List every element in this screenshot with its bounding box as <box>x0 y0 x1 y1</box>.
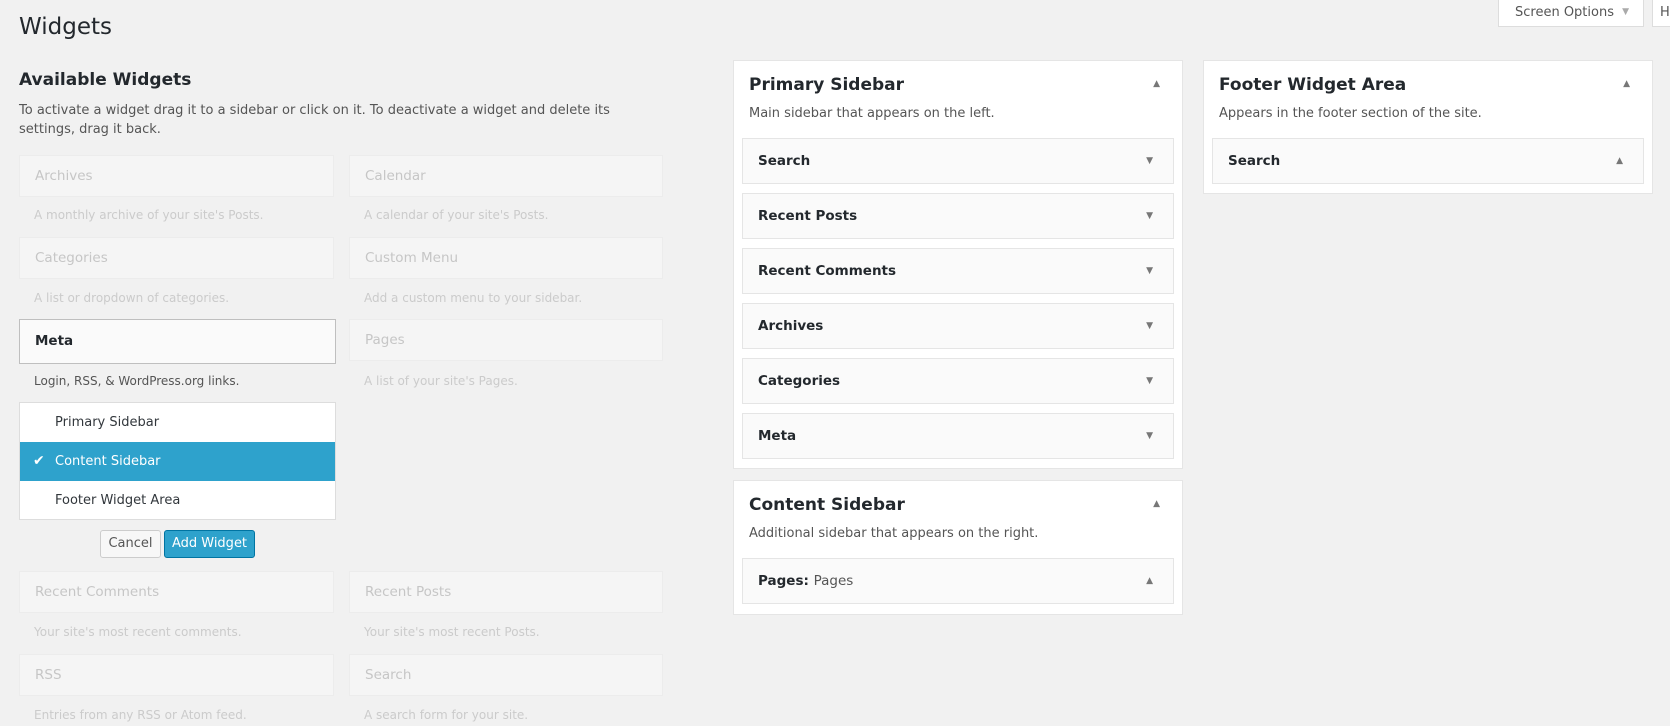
primary-sidebar-panel: Primary Sidebar ▲ Main sidebar that appe… <box>733 60 1183 469</box>
chevron-down-icon[interactable]: ▼ <box>1146 249 1153 293</box>
sidebar-widget-search[interactable]: Search ▼ <box>742 138 1174 184</box>
chooser-option-content-sidebar[interactable]: ✔ Content Sidebar <box>20 442 335 481</box>
widget-rss[interactable]: RSS <box>19 654 334 696</box>
sidebar-widget-recent-posts[interactable]: Recent Posts ▼ <box>742 193 1174 239</box>
widget-title: Calendar <box>365 168 426 184</box>
help-tab-button[interactable]: H <box>1652 0 1670 27</box>
sidebar-widget-subtitle: Pages <box>813 573 854 589</box>
sidebar-widget-search[interactable]: Search ▲ <box>1212 138 1644 184</box>
screen-options-button[interactable]: Screen Options ▼ <box>1498 0 1644 27</box>
primary-sidebar-title: Primary Sidebar <box>749 75 905 95</box>
sidebar-widget-recent-comments[interactable]: Recent Comments ▼ <box>742 248 1174 294</box>
chooser-option-footer-widget-area[interactable]: Footer Widget Area <box>20 481 335 520</box>
screen-options-label: Screen Options <box>1515 5 1614 20</box>
widget-description: A calendar of your site's Posts. <box>364 208 549 222</box>
content-sidebar-panel: Content Sidebar ▲ Additional sidebar tha… <box>733 480 1183 615</box>
sidebar-chooser-list: Primary Sidebar ✔ Content Sidebar Footer… <box>19 402 336 520</box>
widget-categories[interactable]: Categories <box>19 237 334 279</box>
widget-title: Recent Posts <box>365 584 452 600</box>
collapse-arrow-icon[interactable]: ▲ <box>1153 79 1160 89</box>
widget-title: Recent Comments <box>35 584 160 600</box>
sidebar-widget-label: Archives <box>758 318 824 334</box>
chooser-option-primary-sidebar[interactable]: Primary Sidebar <box>20 403 335 442</box>
widget-title: Meta <box>35 333 74 349</box>
widget-description: Add a custom menu to your sidebar. <box>364 291 583 305</box>
widget-title: Archives <box>35 168 93 184</box>
widget-description: A list or dropdown of categories. <box>34 291 230 305</box>
widget-description: Entries from any RSS or Atom feed. <box>34 708 247 722</box>
content-sidebar-title: Content Sidebar <box>749 495 905 515</box>
widget-meta[interactable]: Meta <box>19 319 336 364</box>
chooser-option-label: Content Sidebar <box>55 454 161 469</box>
sidebar-widget-label: Pages: <box>758 573 809 589</box>
sidebar-widget-label: Meta <box>758 428 797 444</box>
sidebar-widget-pages[interactable]: Pages: Pages ▲ <box>742 558 1174 604</box>
cancel-button[interactable]: Cancel <box>100 530 161 558</box>
chevron-down-icon[interactable]: ▼ <box>1146 139 1153 183</box>
widget-description: Login, RSS, & WordPress.org links. <box>34 374 240 388</box>
widget-title: Pages <box>365 332 405 348</box>
footer-widget-area-description: Appears in the footer section of the sit… <box>1219 106 1482 121</box>
widget-description: A search form for your site. <box>364 708 529 722</box>
sidebar-widget-label: Recent Comments <box>758 263 897 279</box>
widget-title: Search <box>365 667 412 683</box>
primary-sidebar-description: Main sidebar that appears on the left. <box>749 106 995 121</box>
chevron-down-icon[interactable]: ▼ <box>1146 414 1153 458</box>
chevron-down-icon[interactable]: ▼ <box>1146 304 1153 348</box>
widget-description: Your site's most recent Posts. <box>364 625 540 639</box>
widget-title: Categories <box>35 250 108 266</box>
chevron-down-icon[interactable]: ▼ <box>1146 359 1153 403</box>
sidebar-widget-categories[interactable]: Categories ▼ <box>742 358 1174 404</box>
widget-title: Custom Menu <box>365 250 459 266</box>
sidebar-widget-label: Categories <box>758 373 841 389</box>
available-widgets-title: Available Widgets <box>19 70 192 90</box>
widget-description: A monthly archive of your site's Posts. <box>34 208 264 222</box>
footer-widget-area-panel: Footer Widget Area ▲ Appears in the foot… <box>1203 60 1653 194</box>
chevron-down-icon: ▼ <box>1622 7 1629 17</box>
chevron-down-icon[interactable]: ▼ <box>1146 194 1153 238</box>
widget-archives[interactable]: Archives <box>19 155 334 197</box>
page-title: Widgets <box>19 14 112 40</box>
chooser-option-label: Primary Sidebar <box>55 415 160 430</box>
footer-widget-area-title: Footer Widget Area <box>1219 75 1407 95</box>
sidebar-widget-label: Recent Posts <box>758 208 858 224</box>
help-label: H <box>1660 5 1670 20</box>
widget-title: RSS <box>35 667 62 683</box>
sidebar-widget-archives[interactable]: Archives ▼ <box>742 303 1174 349</box>
content-sidebar-description: Additional sidebar that appears on the r… <box>749 526 1039 541</box>
chevron-up-icon[interactable]: ▲ <box>1616 139 1623 183</box>
checkmark-icon: ✔ <box>33 453 45 469</box>
widget-calendar[interactable]: Calendar <box>349 155 663 197</box>
widget-custom-menu[interactable]: Custom Menu <box>349 237 663 279</box>
widget-description: Your site's most recent comments. <box>34 625 242 639</box>
widget-description: A list of your site's Pages. <box>364 374 518 388</box>
widget-recent-comments[interactable]: Recent Comments <box>19 571 334 613</box>
add-widget-button[interactable]: Add Widget <box>164 530 255 558</box>
chevron-up-icon[interactable]: ▲ <box>1146 559 1153 603</box>
collapse-arrow-icon[interactable]: ▲ <box>1623 79 1630 89</box>
widget-search[interactable]: Search <box>349 654 663 696</box>
chooser-option-label: Footer Widget Area <box>55 493 181 508</box>
widget-pages[interactable]: Pages <box>349 319 663 361</box>
sidebar-widget-label: Search <box>1228 153 1281 169</box>
collapse-arrow-icon[interactable]: ▲ <box>1153 499 1160 509</box>
sidebar-widget-meta[interactable]: Meta ▼ <box>742 413 1174 459</box>
widget-recent-posts[interactable]: Recent Posts <box>349 571 663 613</box>
available-widgets-description: To activate a widget drag it to a sideba… <box>19 103 610 137</box>
sidebar-widget-label: Search <box>758 153 811 169</box>
